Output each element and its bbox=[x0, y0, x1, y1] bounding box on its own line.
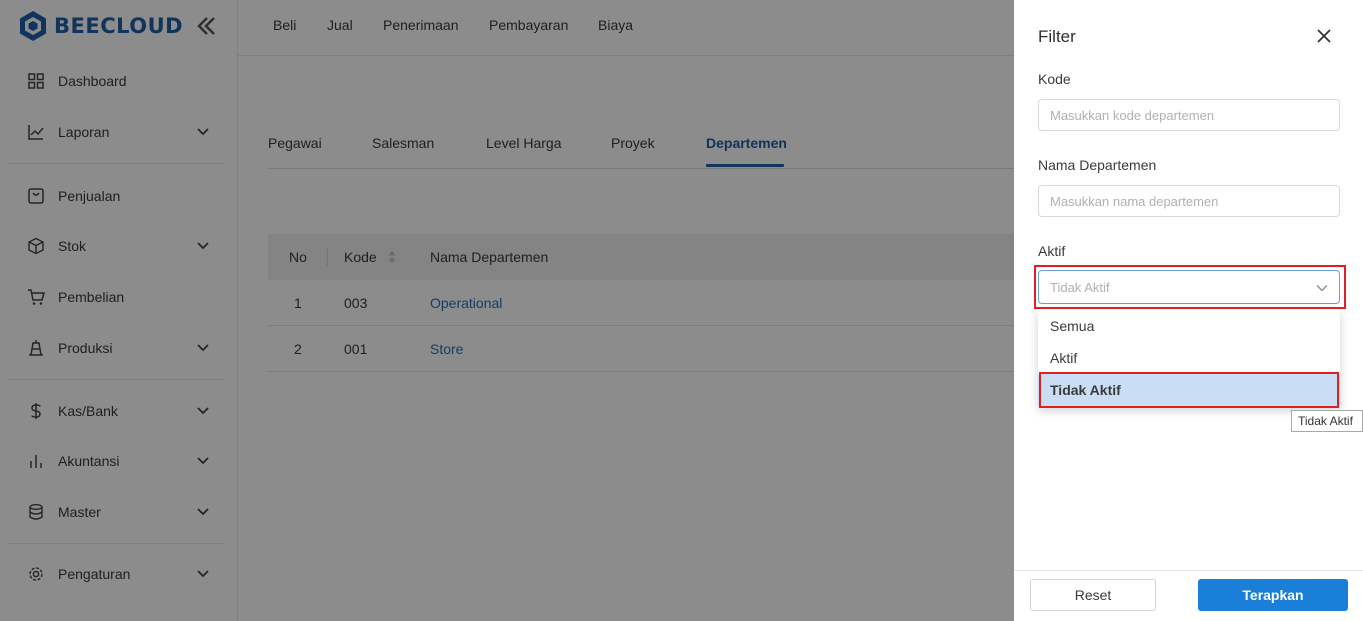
aktif-label: Aktif bbox=[1038, 243, 1066, 259]
reset-button[interactable]: Reset bbox=[1030, 579, 1156, 611]
kode-input[interactable] bbox=[1038, 99, 1340, 131]
option-semua[interactable]: Semua bbox=[1038, 310, 1340, 342]
highlight-box-select bbox=[1034, 265, 1346, 309]
kode-label: Kode bbox=[1038, 71, 1071, 87]
highlight-box-option bbox=[1039, 372, 1339, 408]
filter-drawer: Filter Kode Nama Departemen Aktif Tidak … bbox=[1014, 0, 1363, 621]
apply-button[interactable]: Terapkan bbox=[1198, 579, 1348, 611]
option-aktif[interactable]: Aktif bbox=[1038, 342, 1340, 374]
close-icon[interactable] bbox=[1314, 26, 1334, 46]
tooltip: Tidak Aktif bbox=[1291, 410, 1363, 432]
filter-title: Filter bbox=[1038, 27, 1076, 46]
footer-divider bbox=[1014, 570, 1363, 571]
option-label: Semua bbox=[1050, 318, 1095, 334]
modal-overlay[interactable] bbox=[0, 0, 1014, 621]
nama-departemen-input[interactable] bbox=[1038, 185, 1340, 217]
option-label: Aktif bbox=[1050, 350, 1078, 366]
nama-departemen-label: Nama Departemen bbox=[1038, 157, 1157, 173]
